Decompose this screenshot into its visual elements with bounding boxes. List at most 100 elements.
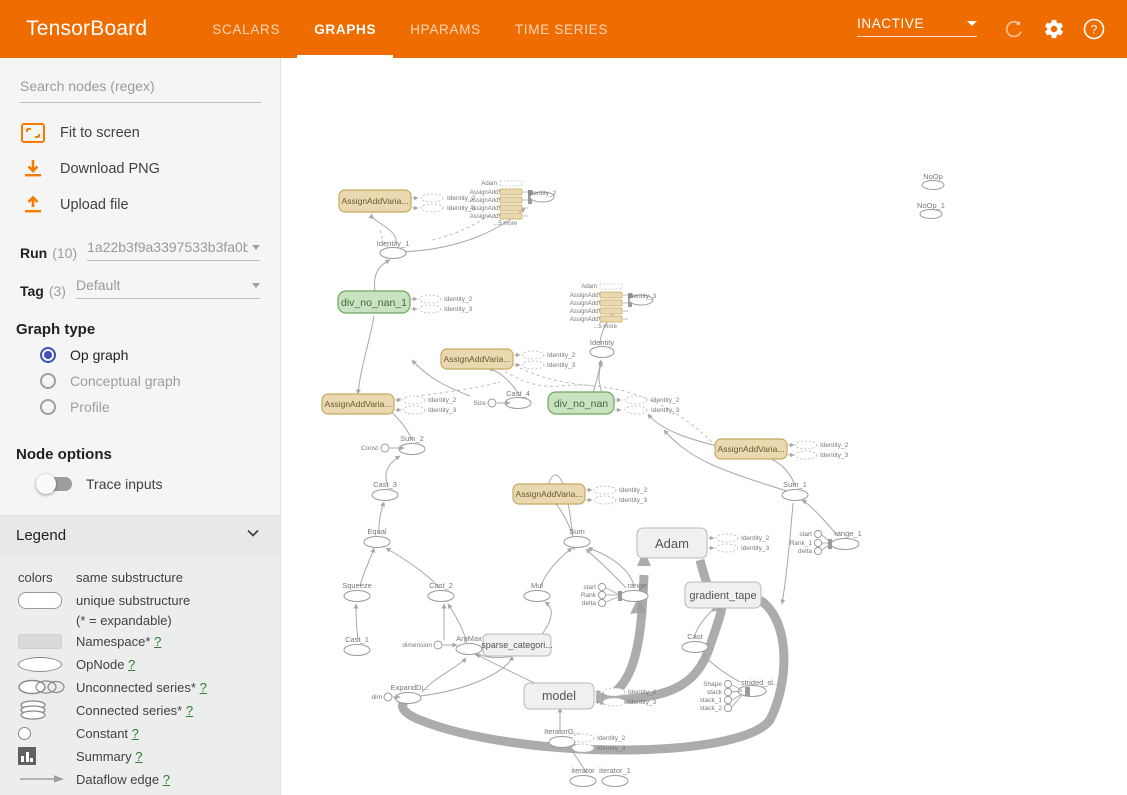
constant-dimension[interactable]: dimension [402, 640, 458, 650]
series-stub-pair[interactable]: Identity_2 Identity_3 [514, 350, 576, 370]
graph-node-cast-3[interactable]: Cast_3 [371, 480, 399, 501]
legend-text: Constant ? [76, 726, 139, 741]
tag-dropdown[interactable]: Default [75, 277, 260, 299]
run-status-select[interactable]: INACTIVE [857, 16, 977, 37]
tab-time-series[interactable]: TIME SERIES [498, 0, 625, 58]
graph-node-gradient-tape[interactable]: gradient_tape [684, 581, 762, 609]
tab-graphs[interactable]: GRAPHS [297, 0, 394, 58]
tab-hparams[interactable]: HPARAMS [393, 0, 498, 58]
graph-node-range-1[interactable]: range_1 [830, 529, 862, 550]
graph-node-label: NoOp_1 [917, 201, 945, 210]
graph-node-assignaddvariable-2[interactable]: AssignAddVaria... [440, 348, 514, 370]
search-input[interactable] [20, 76, 261, 103]
graph-node-model[interactable]: model [523, 682, 595, 710]
stack-group-adam-1[interactable]: Adam AssignAddVaria... AssignAddVaria...… [470, 180, 557, 227]
help-question-icon[interactable]: ? [200, 680, 207, 695]
help-question-icon[interactable]: ? [154, 634, 161, 649]
graph-node-label: Cast [687, 632, 703, 641]
graph-node-cast-4[interactable]: Cast_4 [504, 389, 532, 409]
constant-rank-1[interactable]: Rank_1 [790, 538, 829, 548]
graph-node-label: iterator_1 [599, 766, 631, 775]
toggle-knob [36, 474, 56, 494]
series-stub-pair[interactable]: Identity_2 Identity_3 [571, 733, 626, 753]
refresh-icon[interactable] [997, 12, 1031, 46]
graph-node-iterator[interactable]: iterator [569, 766, 597, 787]
graph-node-cast[interactable]: Cast [681, 632, 709, 653]
run-label: Run [20, 245, 48, 261]
graph-node-assignaddvariable-3[interactable]: AssignAddVaria... [321, 393, 395, 415]
help-question-icon[interactable]: ? [132, 726, 139, 741]
fit-to-screen-button[interactable]: Fit to screen [0, 115, 280, 151]
graph-node-noop[interactable]: NoOp [921, 172, 945, 190]
graph-node-squeeze[interactable]: Squeeze [342, 581, 372, 602]
graph-node-iterator-1[interactable]: iterator_1 [599, 766, 631, 787]
help-question-icon[interactable]: ? [1077, 12, 1111, 46]
constant-stack[interactable]: stack [707, 687, 743, 697]
graph-node-adam[interactable]: Adam [636, 527, 708, 559]
unconnected-series-glyph [18, 678, 76, 696]
radio-indicator [40, 373, 56, 389]
series-label: Identity_3 [651, 407, 680, 414]
radio-conceptual-graph[interactable]: Conceptual graph [0, 368, 280, 394]
graph-node-sum-2[interactable]: Sum_2 [398, 434, 426, 455]
series-stub-pair[interactable]: Identity_2 Identity_3 [708, 533, 770, 553]
legend-header[interactable]: Legend [0, 515, 280, 555]
graph-node-label: Sum [569, 527, 584, 536]
graph-node-div-no-nan-1[interactable]: div_no_nan_1 [337, 290, 411, 314]
series-stub-pair[interactable]: Identity_2 Identity_3 [412, 193, 476, 213]
series-stub-pair[interactable]: Identity_2 Identity_3 [615, 395, 680, 415]
summary-glyph [18, 747, 76, 765]
radio-op-graph[interactable]: Op graph [0, 342, 280, 368]
constant-label: stack_2 [700, 705, 723, 712]
legend-title: Legend [16, 527, 67, 544]
app-header: TensorBoard SCALARS GRAPHS HPARAMS TIME … [0, 0, 1127, 58]
run-dropdown[interactable]: 1a22b3f9a3397533b3fa0b [87, 239, 260, 261]
radio-profile[interactable]: Profile [0, 394, 280, 420]
graph-node-sparse-categorical[interactable]: sparse_categori... [481, 633, 553, 657]
help-question-icon[interactable]: ? [135, 749, 142, 764]
graph-node-label: div_no_nan [554, 398, 608, 410]
series-label: Identity_3 [428, 407, 457, 414]
graph-node-div-no-nan[interactable]: div_no_nan [547, 391, 615, 415]
series-label: Identity_3 [619, 497, 648, 504]
graph-node-strided-slice[interactable]: strided_sl... [737, 678, 779, 697]
graph-node-identity-1[interactable]: Identity_1 [377, 239, 410, 259]
constant-size[interactable]: Size [473, 398, 511, 408]
graph-node-equal[interactable]: Equal [363, 527, 391, 548]
legend-row-colors: colors same substructure [0, 567, 280, 587]
graph-node-identity[interactable]: Identity [589, 338, 615, 358]
graph-node-cast-2[interactable]: Cast_2 [427, 581, 455, 602]
constant-rank[interactable]: Rank [581, 590, 618, 600]
help-question-icon[interactable]: ? [128, 657, 135, 672]
graph-node-noop-1[interactable]: NoOp_1 [917, 201, 945, 219]
stack-output-label: Identity_2 [528, 190, 557, 197]
graph-node-expanddims[interactable]: ExpandDi... [391, 683, 430, 704]
graph-svg[interactable]: Adam gradient_tape sparse_categori... mo… [281, 58, 1127, 795]
series-stub-pair[interactable]: Identity_2 Identity_3 [395, 395, 457, 415]
series-stub-pair[interactable]: Identity_2 Identity_3 [411, 294, 473, 314]
upload-file-button[interactable]: Upload file [0, 187, 280, 223]
help-question-icon[interactable]: ? [163, 772, 170, 787]
series-stub-pair[interactable]: Identity_2 Identity_3 [586, 485, 648, 505]
graph-node-assignaddvariable-4[interactable]: AssignAddVaria... [714, 438, 788, 460]
colors-label: colors [18, 569, 53, 585]
download-png-button[interactable]: Download PNG [0, 151, 280, 187]
graph-canvas[interactable]: Adam gradient_tape sparse_categori... mo… [281, 58, 1127, 795]
graph-node-assignaddvariable-1[interactable]: AssignAddVaria... [338, 189, 412, 213]
constant-label: start [583, 584, 596, 591]
tab-scalars[interactable]: SCALARS [195, 0, 297, 58]
graph-node-label: range [627, 581, 646, 590]
graph-node-argmax[interactable]: ArgMax [455, 634, 483, 655]
series-label: Identity_2 [597, 735, 626, 742]
graph-node-mul[interactable]: Mul [523, 581, 551, 602]
graph-node-cast-1[interactable]: Cast_1 [343, 635, 371, 656]
graph-node-assignaddvariable-5[interactable]: AssignAddVaria... [512, 483, 586, 505]
constant-const[interactable]: Const [361, 443, 405, 453]
trace-inputs-toggle[interactable] [36, 474, 72, 494]
graph-node-sum[interactable]: Sum [563, 527, 591, 548]
help-question-icon[interactable]: ? [186, 703, 193, 718]
settings-gear-icon[interactable] [1037, 12, 1071, 46]
series-stub-pair[interactable]: Identity_2 Identity_3 [788, 440, 849, 460]
stack-group-adam-2[interactable]: Adam AssignAddVaria... AssignAddVaria...… [570, 283, 657, 330]
stack-title: Adam [581, 284, 597, 290]
